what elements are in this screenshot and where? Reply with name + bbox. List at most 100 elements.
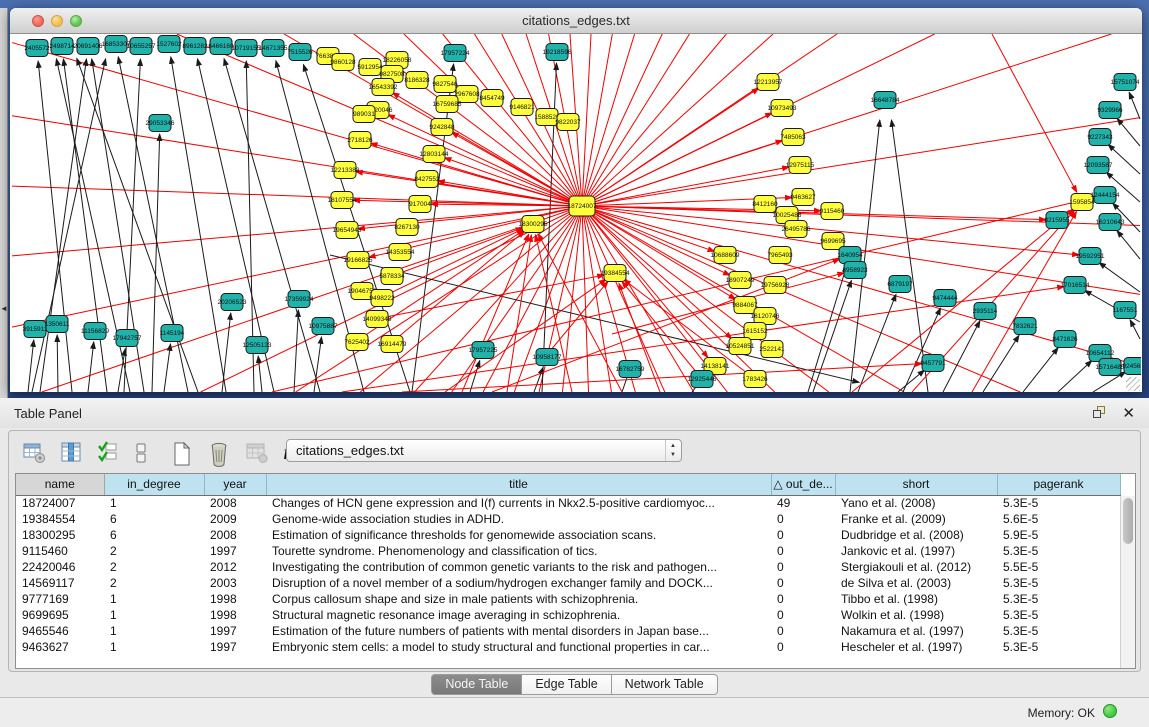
table-cell[interactable]: 1997 <box>204 543 266 559</box>
network-edge[interactable] <box>1099 262 1140 292</box>
network-edge[interactable] <box>152 134 160 392</box>
table-cell[interactable]: 5.9E-5 <box>997 527 1120 543</box>
network-edge[interactable] <box>164 344 171 392</box>
column-header-year[interactable]: year <box>204 474 266 495</box>
network-edge[interactable] <box>40 59 86 392</box>
network-edge[interactable] <box>445 279 606 392</box>
table-cell[interactable]: 1998 <box>204 607 266 623</box>
collapse-panel-arrow-icon[interactable]: ◄ <box>0 303 8 315</box>
close-panel-icon[interactable]: ✕ <box>1122 404 1135 422</box>
network-edge[interactable] <box>813 280 851 392</box>
network-edge[interactable] <box>470 361 480 392</box>
table-cell[interactable]: 5.3E-5 <box>997 575 1120 591</box>
network-edge[interactable] <box>258 356 262 392</box>
table-cell[interactable]: 1998 <box>204 591 266 607</box>
table-cell[interactable]: 1997 <box>204 623 266 639</box>
network-edge[interactable] <box>903 308 941 392</box>
network-edge[interactable] <box>1108 144 1140 174</box>
table-cell[interactable]: 6 <box>104 511 204 527</box>
table-cell[interactable]: Embryonic stem cells: a model to study s… <box>266 639 771 655</box>
table-cell[interactable]: 1 <box>104 623 204 639</box>
table-cell[interactable]: 18300295 <box>16 527 104 543</box>
column-header-short[interactable]: short <box>835 474 997 495</box>
table-row[interactable]: 1872400712008Changes of HCN gene express… <box>16 495 1120 511</box>
table-cell[interactable]: Changes of HCN gene expression and I(f) … <box>266 495 771 511</box>
table-cell[interactable]: 5.3E-5 <box>997 639 1120 655</box>
table-cell[interactable]: 5.6E-5 <box>997 511 1120 527</box>
table-cell[interactable]: Investigating the contribution of common… <box>266 559 771 575</box>
scrollbar-thumb[interactable] <box>1123 498 1133 544</box>
table-cell[interactable]: 1997 <box>204 639 266 655</box>
select-columns-icon[interactable] <box>95 439 123 467</box>
table-cell[interactable]: 5.3E-5 <box>997 495 1120 511</box>
table-row[interactable]: 2242004622012Investigating the contribut… <box>16 559 1120 575</box>
table-row[interactable]: 1830029562008Estimation of significance … <box>16 527 1120 543</box>
network-edge[interactable] <box>1058 360 1092 392</box>
table-row[interactable]: 1456911722003Disruption of a novel membe… <box>16 575 1120 591</box>
network-edge[interactable] <box>224 59 320 392</box>
table-cell[interactable]: 0 <box>771 511 835 527</box>
window-resize-grip[interactable] <box>1126 377 1140 391</box>
table-cell[interactable]: 9699695 <box>16 607 104 623</box>
network-edge[interactable] <box>1023 348 1058 392</box>
tab-edge-table[interactable]: Edge Table <box>522 674 611 695</box>
table-cell[interactable]: Structural magnetic resonance image aver… <box>266 607 771 623</box>
table-cell[interactable]: 0 <box>771 639 835 655</box>
table-cell[interactable]: Wolkin et al. (1998) <box>835 607 997 623</box>
table-cell[interactable]: 18724007 <box>16 495 104 511</box>
network-edge[interactable] <box>582 206 708 358</box>
table-cell[interactable]: 0 <box>771 623 835 639</box>
table-cell[interactable]: de Silva et al. (2003) <box>835 575 997 591</box>
network-edge[interactable] <box>57 335 58 392</box>
table-options-icon[interactable] <box>21 439 49 467</box>
network-edge[interactable] <box>1129 92 1140 119</box>
table-cell[interactable]: 2 <box>104 543 204 559</box>
network-edge[interactable] <box>582 140 783 206</box>
network-edge[interactable] <box>582 34 726 206</box>
network-edge[interactable] <box>12 186 582 206</box>
table-cell[interactable]: 9115460 <box>16 543 104 559</box>
table-cell[interactable]: 49 <box>771 495 835 511</box>
table-row[interactable]: 977716911998Corpus callosum shape and si… <box>16 591 1120 607</box>
network-edge[interactable] <box>808 266 847 392</box>
table-select[interactable]: citations_edges.txt ▲▼ <box>286 439 682 462</box>
table-cell[interactable]: 6 <box>104 527 204 543</box>
tab-node-table[interactable]: Node Table <box>431 674 522 695</box>
float-panel-icon[interactable] <box>1093 406 1107 420</box>
network-edge[interactable] <box>294 310 298 392</box>
column-header-title[interactable]: title <box>266 474 771 495</box>
delete-columns-icon[interactable] <box>206 439 234 467</box>
table-cell[interactable]: 14569117 <box>16 575 104 591</box>
table-cell[interactable]: Estimation of the future numbers of pati… <box>266 623 771 639</box>
network-edge[interactable] <box>943 321 980 392</box>
table-cell[interactable]: 0 <box>771 607 835 623</box>
table-cell[interactable]: 1 <box>104 639 204 655</box>
table-cell[interactable]: Yano et al. (2008) <box>835 495 997 511</box>
table-cell[interactable]: Tourette syndrome. Phenomenology and cla… <box>266 543 771 559</box>
network-edge[interactable] <box>28 340 34 392</box>
table-row[interactable]: 946362711997Embryonic stem cells: a mode… <box>16 639 1120 655</box>
table-cell[interactable]: Disruption of a novel member of a sodium… <box>266 575 771 591</box>
create-column-icon[interactable] <box>169 439 197 467</box>
table-cell[interactable]: Stergiakouli et al. (2012) <box>835 559 997 575</box>
table-cell[interactable]: 5.5E-5 <box>997 559 1120 575</box>
table-cell[interactable]: 2008 <box>204 527 266 543</box>
network-edge[interactable] <box>330 255 859 382</box>
table-cell[interactable]: 2009 <box>204 511 266 527</box>
merge-tables-icon[interactable] <box>132 439 160 467</box>
table-cell[interactable]: 0 <box>771 543 835 559</box>
column-header-pagerank[interactable]: pagerank <box>997 474 1120 495</box>
table-cell[interactable]: 0 <box>771 591 835 607</box>
network-edge[interactable] <box>222 313 231 392</box>
table-cell[interactable]: 0 <box>771 527 835 543</box>
column-header-name[interactable]: name <box>16 474 104 495</box>
table-row[interactable]: 911546021997Tourette syndrome. Phenomeno… <box>16 543 1120 559</box>
network-edge[interactable] <box>992 34 1077 192</box>
table-cell[interactable]: 2012 <box>204 559 266 575</box>
network-edge[interactable] <box>582 206 730 275</box>
table-cell[interactable]: 5.3E-5 <box>997 623 1120 639</box>
network-edge[interactable] <box>582 34 662 206</box>
table-cell[interactable]: 0 <box>771 559 835 575</box>
table-cell[interactable]: 9777169 <box>16 591 104 607</box>
table-cell[interactable]: Corpus callosum shape and size in male p… <box>266 591 771 607</box>
